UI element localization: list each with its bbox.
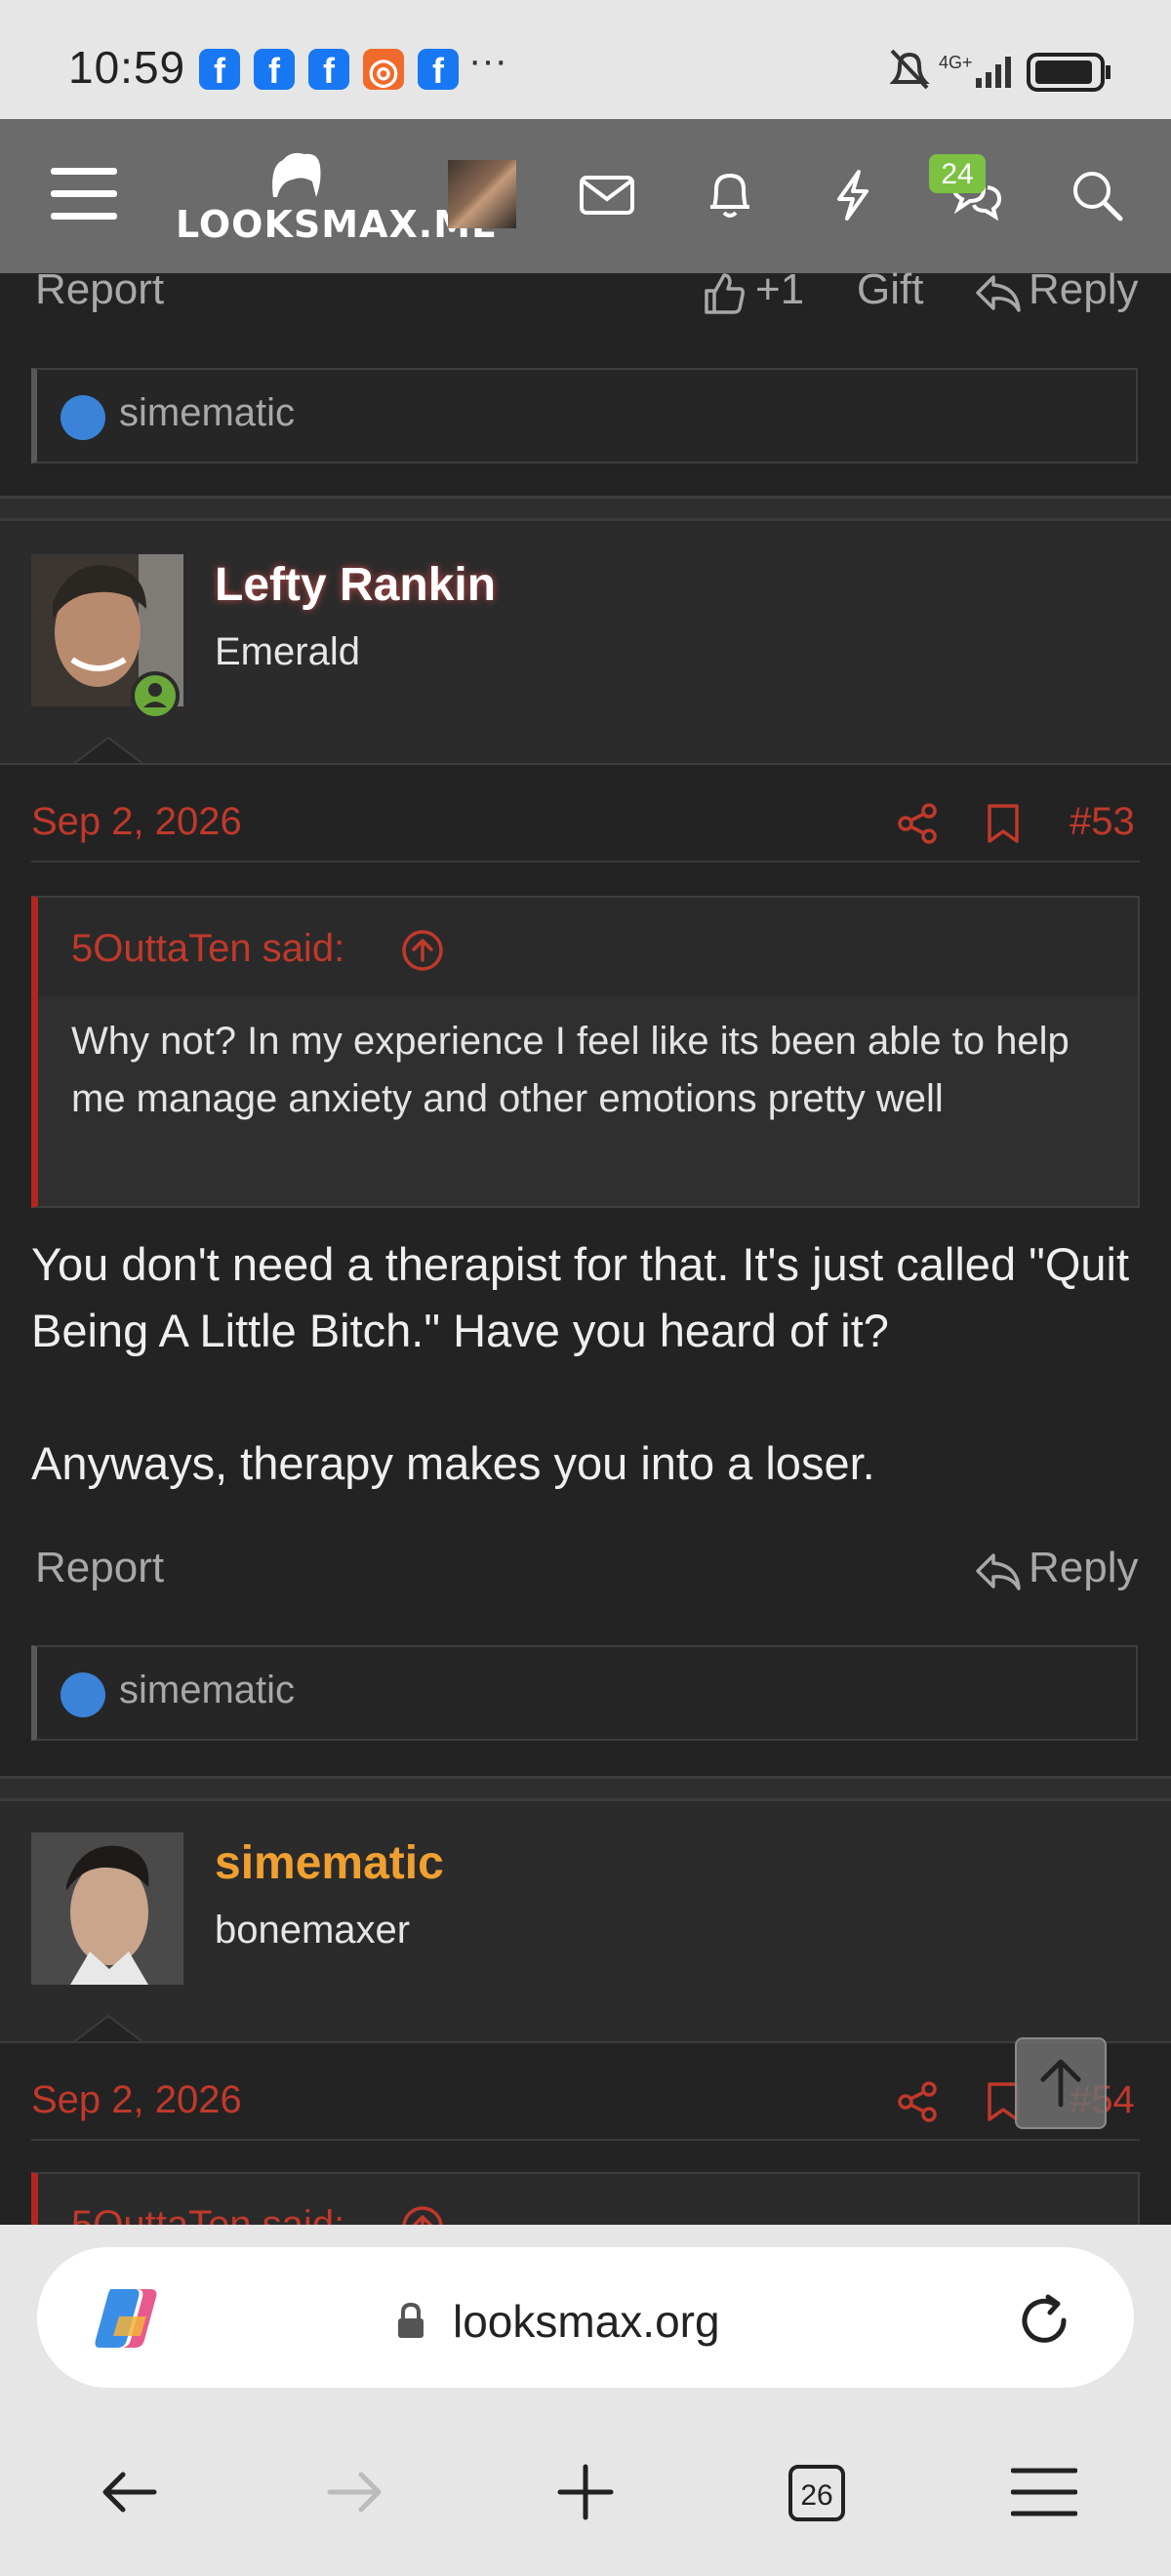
like-reaction-icon — [61, 1672, 105, 1717]
account-avatar[interactable] — [448, 160, 516, 228]
scroll-to-top-button[interactable] — [1015, 2037, 1107, 2129]
reply-link[interactable]: Reply — [1029, 265, 1139, 314]
like-reaction-icon — [61, 395, 105, 440]
lightning-icon[interactable] — [822, 164, 884, 226]
post-body-line: Anyways, therapy makes you into a loser. — [31, 1437, 875, 1489]
status-time: 10:59 — [68, 42, 186, 93]
user-block-pointer — [72, 2014, 144, 2043]
user-title: Emerald — [215, 630, 360, 673]
reply-arrow-icon[interactable] — [974, 1550, 1023, 1592]
like-count[interactable]: +1 — [755, 265, 804, 314]
facebook-icon: f — [418, 49, 459, 91]
share-icon[interactable] — [896, 2080, 939, 2123]
reply-arrow-icon[interactable] — [974, 271, 1023, 314]
signal-icon — [976, 57, 1011, 88]
post-date[interactable]: Sep 2, 2026 — [31, 2078, 242, 2122]
post-separator — [0, 496, 1171, 521]
gift-link[interactable]: Gift — [857, 265, 923, 314]
quote-text: Why not? In my experience I feel like it… — [71, 1020, 1070, 1120]
messages-badge: 24 — [929, 154, 986, 193]
post-body: You don't need a therapist for that. It'… — [31, 1238, 1130, 1356]
report-link[interactable]: Report — [35, 265, 164, 314]
facebook-icon: f — [254, 49, 295, 91]
reaction-bar: simematic — [31, 368, 1138, 463]
facebook-icon: f — [199, 49, 240, 91]
post-username[interactable]: simematic — [215, 1836, 444, 1890]
back-icon[interactable] — [98, 2465, 160, 2519]
divider — [31, 861, 1140, 863]
new-tab-icon[interactable] — [554, 2463, 617, 2521]
share-icon[interactable] — [896, 802, 939, 845]
more-notifications-icon: ··· — [468, 39, 507, 82]
lock-icon — [398, 2302, 424, 2338]
logo-hair-icon — [272, 152, 321, 197]
mute-icon — [890, 49, 930, 90]
user-avatar[interactable] — [31, 1832, 183, 1985]
divider — [0, 763, 1171, 765]
reaction-user[interactable]: simematic — [119, 1669, 295, 1712]
search-icon[interactable] — [1066, 164, 1128, 226]
go-to-quote-icon[interactable] — [401, 929, 444, 972]
reply-link[interactable]: Reply — [1029, 1544, 1139, 1592]
post-number[interactable]: #53 — [1070, 800, 1135, 844]
quote-block: 5OuttaTen said: Why not? In my experienc… — [31, 896, 1140, 1208]
browser-menu-icon[interactable] — [1011, 2467, 1077, 2517]
forward-icon[interactable] — [324, 2465, 386, 2519]
network-type: 4G+ — [939, 53, 973, 72]
divider — [31, 2139, 1140, 2141]
online-status-icon — [131, 671, 180, 720]
user-title: bonemaxer — [215, 1909, 411, 1952]
status-icons: 4G+ — [890, 49, 1110, 92]
copilot-icon[interactable] — [90, 2283, 164, 2354]
site-logo[interactable]: LOOKSMAX.ME — [176, 146, 499, 248]
post-separator — [0, 1776, 1171, 1801]
post-username[interactable]: Lefty Rankin — [215, 558, 496, 612]
podcast-icon: ◎ — [363, 49, 404, 91]
reaction-bar: simematic — [31, 1645, 1138, 1741]
post-date[interactable]: Sep 2, 2026 — [31, 800, 242, 844]
reaction-user[interactable]: simematic — [119, 391, 295, 435]
user-block-pointer — [72, 736, 144, 765]
divider — [0, 2041, 1171, 2043]
tab-count: 26 — [800, 2479, 832, 2512]
url-text[interactable]: looksmax.org — [453, 2295, 720, 2348]
logo-text: LOOKSMAX.ME — [176, 203, 499, 246]
quote-author[interactable]: 5OuttaTen said: — [71, 927, 344, 971]
tabs-icon[interactable]: 26 — [787, 2463, 847, 2523]
menu-icon[interactable] — [51, 164, 117, 222]
like-thumb-icon[interactable] — [701, 269, 747, 316]
facebook-icon: f — [308, 49, 349, 91]
bell-icon[interactable] — [699, 164, 761, 226]
envelope-icon[interactable] — [576, 164, 638, 226]
report-link[interactable]: Report — [35, 1544, 164, 1592]
reload-icon[interactable] — [1015, 2291, 1073, 2350]
bookmark-icon[interactable] — [984, 802, 1023, 845]
battery-icon — [1027, 53, 1110, 92]
